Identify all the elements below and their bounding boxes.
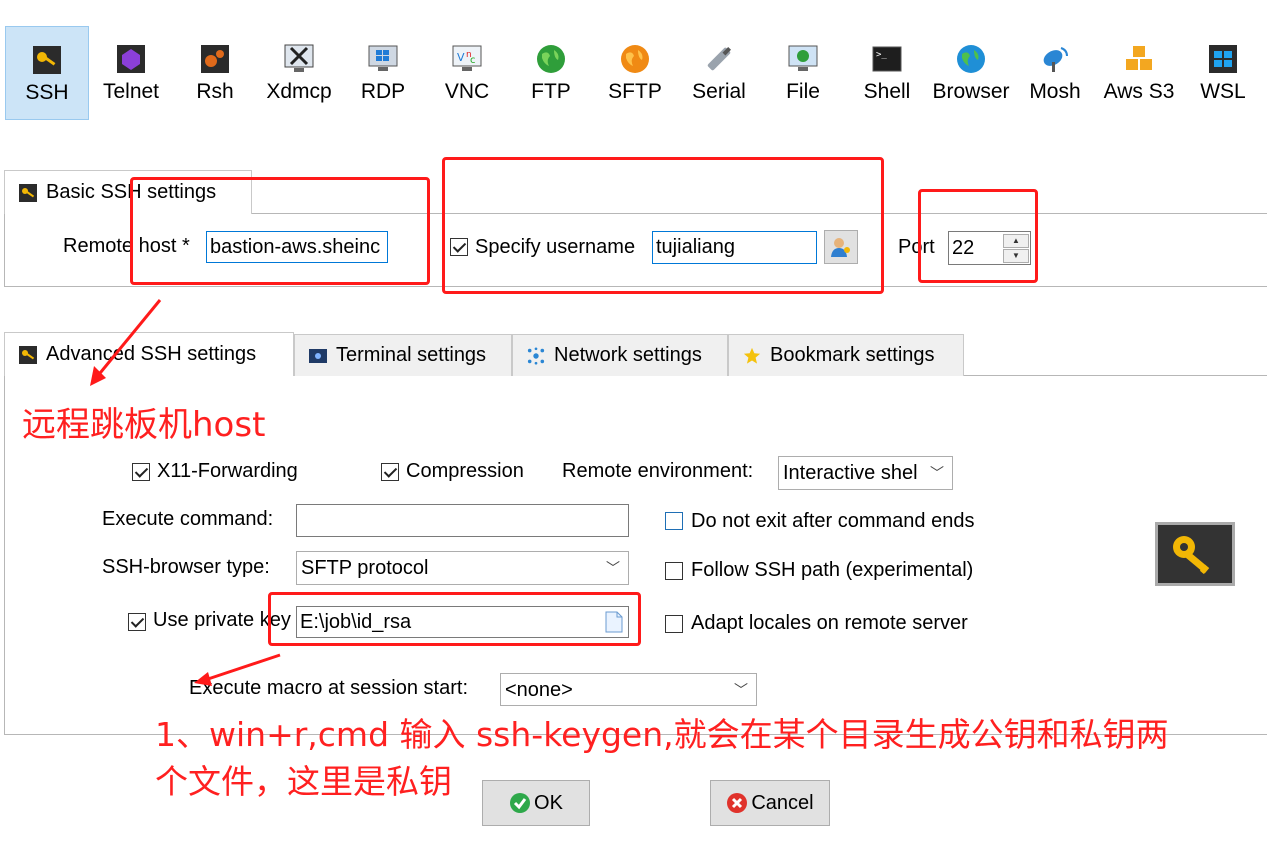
annotation-remote-host-note: 远程跳板机host bbox=[22, 405, 266, 445]
annotation-key-note-line1: 1、win+r,cmd 输入 ssh-keygen,就会在某个目录生成公钥和私钥… bbox=[155, 715, 1169, 754]
arrow-to-remote-host-note bbox=[94, 299, 162, 379]
annotation-key-note-line2: 个文件，这里是私钥 bbox=[155, 762, 452, 801]
arrow-head-icon bbox=[194, 672, 212, 686]
arrow-to-macro-row bbox=[204, 653, 281, 682]
